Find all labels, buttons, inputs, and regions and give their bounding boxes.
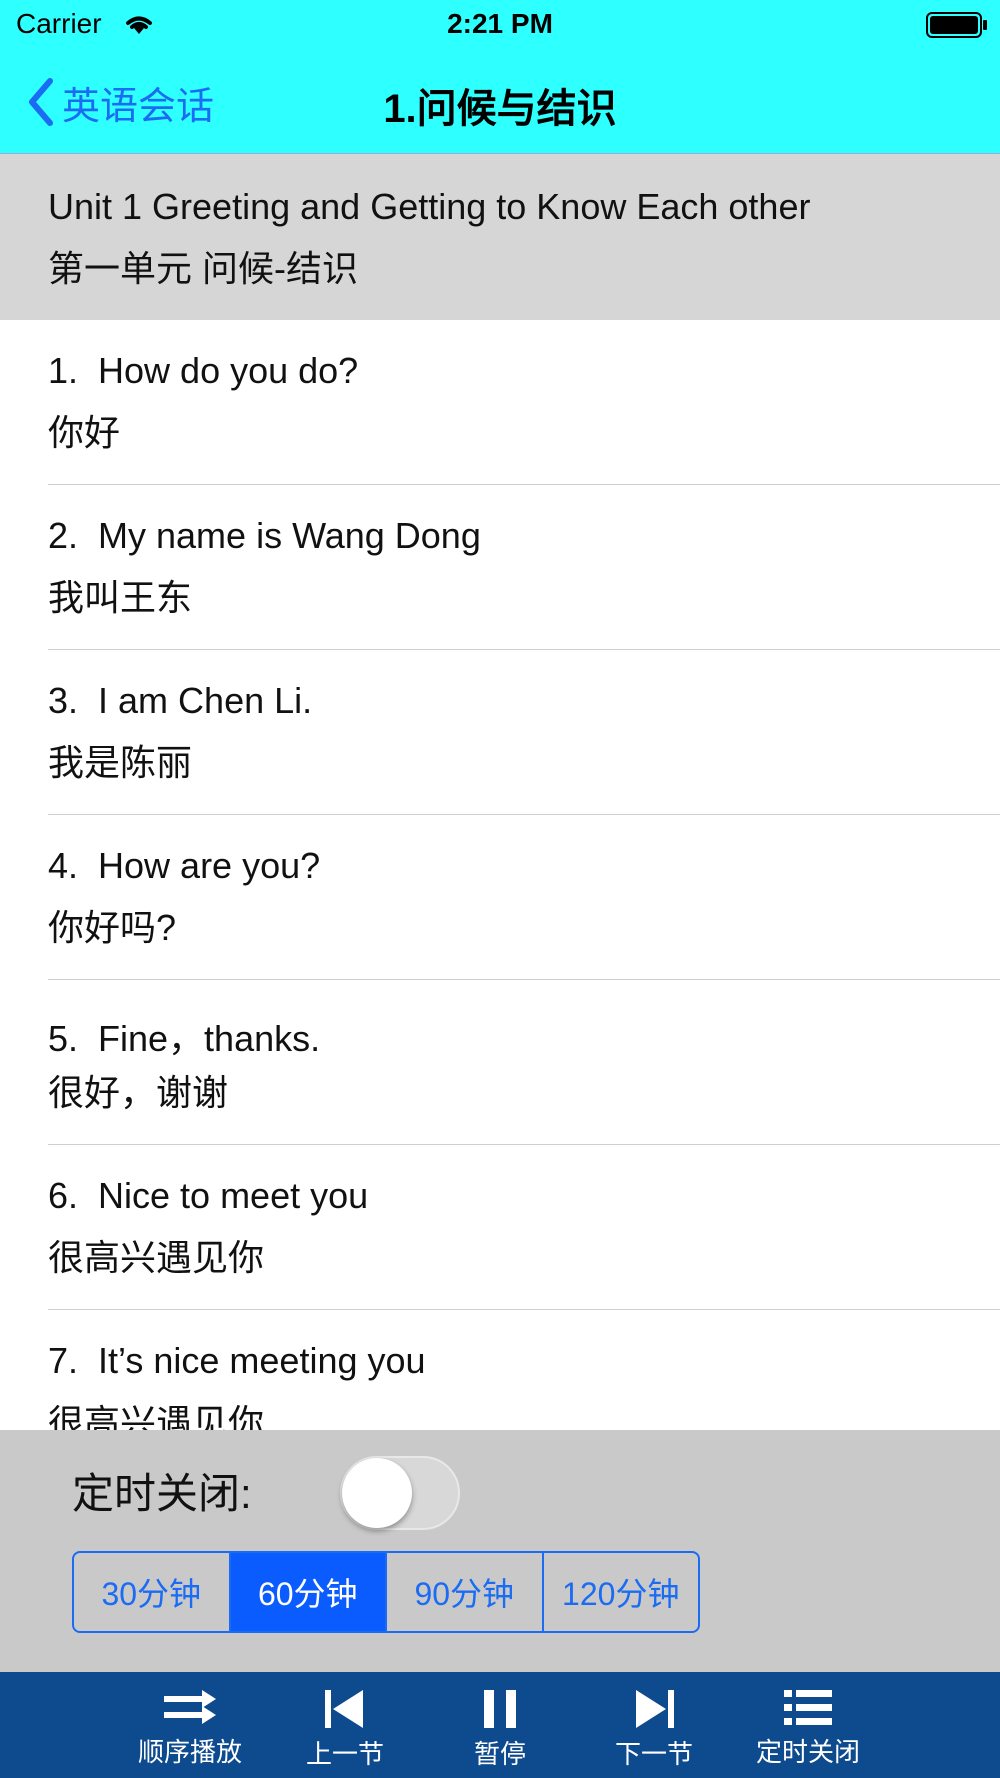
battery-icon	[926, 12, 988, 38]
segment-90-min[interactable]: 90分钟	[385, 1553, 542, 1631]
previous-section-button[interactable]: 上一节	[285, 1672, 405, 1778]
timer-duration-segmented-control[interactable]: 30分钟 60分钟 90分钟 120分钟	[72, 1551, 700, 1633]
next-section-button[interactable]: 下一节	[594, 1672, 714, 1778]
phrase-en: 3. I am Chen Li.	[48, 680, 313, 721]
pause-icon	[484, 1690, 516, 1728]
phrase-zh: 很好，谢谢	[48, 1072, 229, 1113]
list-icon	[784, 1690, 832, 1725]
phrase-en: 4. How are you?	[48, 845, 321, 886]
list-item[interactable]: 2. My name is Wang Dong 我叫王东	[0, 485, 1000, 650]
next-section-label: 下一节	[614, 1739, 693, 1769]
segment-120-min[interactable]: 120分钟	[541, 1553, 699, 1631]
timer-off-button[interactable]: 定时关闭	[748, 1672, 868, 1778]
phrase-zh: 你好	[48, 412, 121, 453]
timer-panel: 定时关闭: 30分钟 60分钟 90分钟 120分钟	[0, 1430, 1000, 1672]
pause-label: 暂停	[473, 1739, 526, 1769]
timer-label: 定时关闭:	[72, 1470, 252, 1517]
previous-section-label: 上一节	[305, 1739, 384, 1769]
shuffle-arrows-icon	[164, 1690, 216, 1724]
order-play-button[interactable]: 顺序播放	[130, 1672, 250, 1778]
toggle-knob	[342, 1458, 412, 1528]
unit-header: Unit 1 Greeting and Getting to Know Each…	[0, 154, 1000, 320]
list-item[interactable]: 1. How do you do? 你好	[0, 320, 1000, 485]
list-item[interactable]: 4. How are you? 你好吗?	[0, 815, 1000, 980]
status-bar: Carrier 2:21 PM	[0, 0, 1000, 50]
phrase-en: 6. Nice to meet you	[48, 1175, 369, 1216]
player-toolbar: 顺序播放 上一节 暂停 下一节 定时关闭	[0, 1672, 1000, 1778]
timer-off-label: 定时关闭	[755, 1737, 860, 1767]
list-item[interactable]: 7. It’s nice meeting you 很高兴遇见你	[0, 1310, 1000, 1430]
list-item[interactable]: 5. Fine，thanks. 很好，谢谢	[0, 980, 1000, 1145]
status-time: 2:21 PM	[447, 8, 553, 39]
timer-toggle[interactable]	[340, 1456, 460, 1530]
phrase-en: 5. Fine，thanks.	[48, 1018, 321, 1059]
phrase-zh: 你好吗?	[48, 907, 177, 948]
pause-button[interactable]: 暂停	[440, 1672, 560, 1778]
top-bar: Carrier 2:21 PM 英语会话 1.问候与结识	[0, 0, 1000, 154]
phrase-zh: 很高兴遇见你	[48, 1402, 265, 1430]
segment-30-min[interactable]: 30分钟	[74, 1553, 229, 1631]
phrase-en: 7. It’s nice meeting you	[48, 1340, 426, 1381]
segment-60-min[interactable]: 60分钟	[228, 1553, 385, 1631]
unit-title-en: Unit 1 Greeting and Getting to Know Each…	[48, 186, 811, 227]
phrase-zh: 我叫王东	[48, 577, 193, 618]
list-item[interactable]: 6. Nice to meet you 很高兴遇见你	[0, 1145, 1000, 1310]
skip-previous-icon	[325, 1690, 363, 1728]
order-play-label: 顺序播放	[137, 1737, 242, 1767]
phrase-zh: 我是陈丽	[48, 742, 193, 783]
page-title: 1.问候与结识	[383, 87, 617, 131]
navigation-bar: 英语会话 1.问候与结识	[0, 50, 1000, 154]
phrase-list[interactable]: 1. How do you do? 你好 2. My name is Wang …	[0, 320, 1000, 1430]
skip-next-icon	[636, 1690, 674, 1728]
phrase-en: 2. My name is Wang Dong	[48, 515, 481, 556]
unit-title-zh: 第一单元 问候-结识	[48, 248, 358, 289]
phrase-zh: 很高兴遇见你	[48, 1237, 265, 1278]
phrase-en: 1. How do you do?	[48, 350, 359, 391]
list-item[interactable]: 3. I am Chen Li. 我是陈丽	[0, 650, 1000, 815]
